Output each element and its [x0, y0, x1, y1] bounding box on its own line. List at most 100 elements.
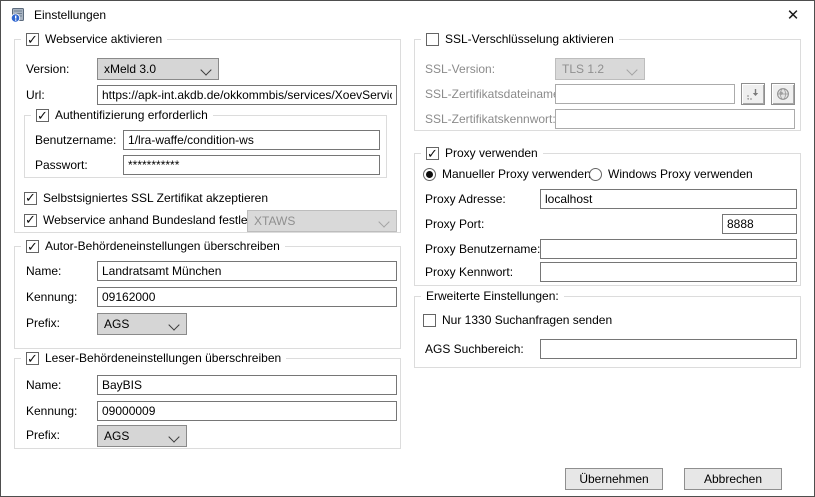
username-label: Benutzername: [35, 130, 116, 150]
cancel-button[interactable]: Abbrechen [684, 468, 782, 490]
advanced-group: Erweiterte Einstellungen: Nur 1330 Sucha… [414, 296, 801, 368]
leser-checkbox[interactable] [26, 352, 39, 365]
proxy-password-label: Proxy Kennwort: [425, 262, 513, 282]
selfsigned-checkbox[interactable] [24, 192, 37, 205]
version-select-value: xMeld 3.0 [104, 62, 156, 76]
autor-group-caption: Autor-Behördeneinstellungen überschreibe… [21, 237, 285, 255]
autor-name-input[interactable] [97, 261, 397, 281]
leser-kennung-input[interactable] [97, 401, 397, 421]
leser-kennung-label: Kennung: [26, 401, 77, 421]
only1330-label: Nur 1330 Suchanfragen senden [442, 313, 612, 327]
auth-group-caption: Authentifizierung erforderlich [31, 106, 213, 124]
bundesland-select-value: XTAWS [254, 214, 295, 228]
auth-checkbox[interactable] [36, 109, 49, 122]
leser-group: Leser-Behördeneinstellungen überschreibe… [14, 358, 401, 449]
webservice-group-caption: Webservice aktivieren [21, 30, 167, 48]
bundesland-select[interactable]: XTAWS [247, 210, 397, 232]
proxy-checkbox[interactable] [426, 147, 439, 160]
proxy-password-input[interactable] [540, 262, 797, 282]
ssl-certpass-input[interactable] [555, 109, 795, 129]
autor-group: Autor-Behördeneinstellungen überschreibe… [14, 246, 401, 349]
title-bar[interactable]: Einstellungen [1, 1, 814, 29]
browse-file-icon [746, 87, 760, 101]
autor-prefix-select[interactable]: AGS [97, 313, 187, 335]
bundesland-label: Webservice anhand Bundesland festlegen [43, 213, 268, 227]
proxy-group-caption: Proxy verwenden [421, 144, 543, 162]
browse-certificate-button[interactable] [741, 83, 765, 105]
bundesland-row: Webservice anhand Bundesland festlegen [24, 213, 268, 227]
ags-suchbereich-input[interactable] [540, 339, 797, 359]
manual-proxy-radio[interactable] [423, 168, 436, 181]
ssl-group-caption: SSL-Verschlüsselung aktivieren [421, 30, 619, 48]
proxy-address-label: Proxy Adresse: [425, 189, 506, 209]
apply-button[interactable]: Übernehmen [565, 468, 663, 490]
autor-prefix-value: AGS [104, 317, 129, 331]
ssl-certfile-input[interactable] [555, 84, 735, 104]
proxy-username-label: Proxy Benutzername: [425, 239, 540, 259]
autor-kennung-label: Kennung: [26, 287, 77, 307]
windows-proxy-label: Windows Proxy verwenden [608, 167, 753, 181]
only1330-checkbox[interactable] [423, 314, 436, 327]
window-title: Einstellungen [34, 8, 106, 22]
advanced-group-label: Erweiterte Einstellungen: [426, 287, 559, 305]
leser-name-label: Name: [26, 375, 61, 395]
selfsigned-row: Selbstsigniertes SSL Zertifikat akzeptie… [24, 191, 268, 205]
password-input[interactable] [123, 155, 380, 175]
autor-prefix-label: Prefix: [26, 313, 60, 333]
webservice-group: Webservice aktivieren Version: xMeld 3.0… [14, 39, 401, 233]
manual-proxy-label: Manueller Proxy verwenden [442, 167, 591, 181]
proxy-group-label: Proxy verwenden [445, 144, 538, 162]
proxy-port-input[interactable] [722, 214, 797, 234]
username-input[interactable] [123, 130, 380, 150]
leser-prefix-label: Prefix: [26, 425, 60, 445]
proxy-username-input[interactable] [540, 239, 797, 259]
version-select[interactable]: xMeld 3.0 [97, 58, 219, 80]
auth-group: Authentifizierung erforderlich Benutzern… [24, 115, 387, 178]
url-label: Url: [26, 85, 45, 105]
leser-group-label: Leser-Behördeneinstellungen überschreibe… [45, 349, 281, 367]
proxy-group: Proxy verwenden Manueller Proxy verwende… [414, 153, 801, 286]
autor-kennung-input[interactable] [97, 287, 397, 307]
leser-prefix-value: AGS [104, 429, 129, 443]
webservice-checkbox[interactable] [26, 33, 39, 46]
selfsigned-label: Selbstsigniertes SSL Zertifikat akzeptie… [43, 191, 268, 205]
ssl-group-label: SSL-Verschlüsselung aktivieren [445, 30, 614, 48]
certificate-globe-icon [776, 87, 790, 101]
autor-checkbox[interactable] [26, 240, 39, 253]
version-label: Version: [26, 59, 69, 79]
settings-dialog: Einstellungen ✕ Webservice aktivieren Ve… [0, 0, 815, 497]
ssl-checkbox[interactable] [426, 33, 439, 46]
ssl-certfile-label: SSL-Zertifikatsdateiname: [425, 84, 563, 104]
proxy-port-label: Proxy Port: [425, 214, 484, 234]
ssl-version-select[interactable]: TLS 1.2 [555, 58, 645, 80]
chevron-down-icon [168, 319, 179, 330]
only1330-row: Nur 1330 Suchanfragen senden [423, 313, 612, 327]
password-label: Passwort: [35, 155, 88, 175]
windows-proxy-radio[interactable] [589, 168, 602, 181]
ssl-group: SSL-Verschlüsselung aktivieren SSL-Versi… [414, 39, 801, 131]
ssl-version-value: TLS 1.2 [562, 62, 604, 76]
leser-group-caption: Leser-Behördeneinstellungen überschreibe… [21, 349, 286, 367]
ags-suchbereich-label: AGS Suchbereich: [425, 339, 524, 359]
certificate-store-button[interactable] [771, 83, 795, 105]
app-icon [10, 7, 26, 23]
auth-group-label: Authentifizierung erforderlich [55, 106, 208, 124]
webservice-group-label: Webservice aktivieren [45, 30, 162, 48]
autor-name-label: Name: [26, 261, 61, 281]
manual-proxy-row: Manueller Proxy verwenden [423, 167, 591, 181]
autor-group-label: Autor-Behördeneinstellungen überschreibe… [45, 237, 280, 255]
leser-name-input[interactable] [97, 375, 397, 395]
url-input[interactable] [97, 85, 397, 105]
leser-prefix-select[interactable]: AGS [97, 425, 187, 447]
bundesland-checkbox[interactable] [24, 214, 37, 227]
windows-proxy-row: Windows Proxy verwenden [589, 167, 753, 181]
chevron-down-icon [378, 216, 389, 227]
proxy-address-input[interactable] [540, 189, 797, 209]
ssl-certpass-label: SSL-Zertifikatskennwort: [425, 109, 556, 129]
advanced-group-caption: Erweiterte Einstellungen: [421, 287, 564, 305]
chevron-down-icon [200, 64, 211, 75]
close-icon[interactable]: ✕ [776, 1, 810, 29]
ssl-version-label: SSL-Version: [425, 59, 495, 79]
chevron-down-icon [626, 64, 637, 75]
chevron-down-icon [168, 431, 179, 442]
